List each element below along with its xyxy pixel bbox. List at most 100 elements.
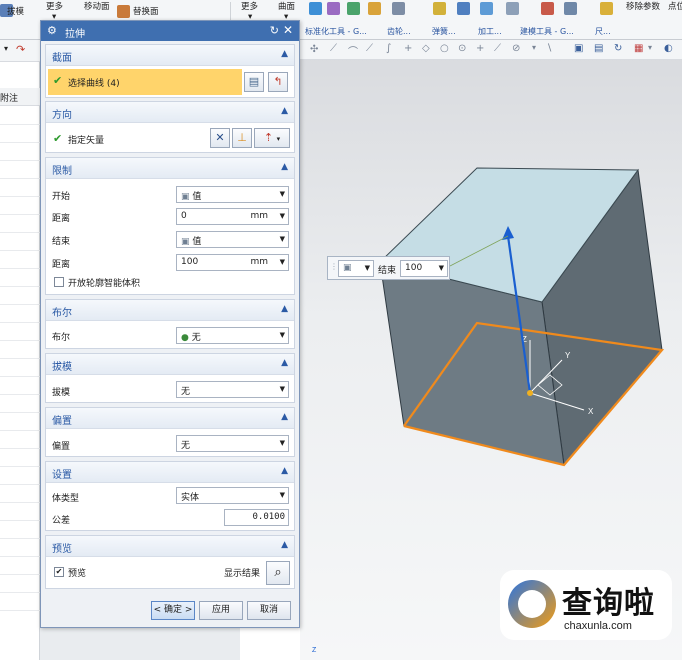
preview-header[interactable]: 预览 ▲ <box>46 536 294 557</box>
layers-tool-icon[interactable] <box>564 2 577 15</box>
end-type-dropdown[interactable]: ▣ ▼ <box>338 260 374 277</box>
snap-pole-icon[interactable]: ⊘ <box>512 43 520 54</box>
snap-bisector-icon[interactable]: ∖ <box>546 43 552 54</box>
curve-button[interactable]: ↰ <box>268 72 288 92</box>
rotate-icon[interactable]: ↻ <box>614 43 622 54</box>
move-face-command[interactable]: 移动面 <box>84 0 110 12</box>
table-tool-icon[interactable] <box>392 2 405 15</box>
more-menu-2[interactable]: 更多 <box>241 0 258 12</box>
navigator-row-divider <box>0 124 40 125</box>
draft-header[interactable]: 拔模 ▲ <box>46 354 294 375</box>
surface-menu[interactable]: 曲面 <box>278 0 295 12</box>
body-type-dropdown[interactable]: 实体 ▼ <box>176 487 289 504</box>
snap-endpoint-icon[interactable]: ∫ <box>386 43 391 54</box>
ok-button[interactable]: < 确定 > <box>151 601 195 620</box>
chevron-down-icon: ▼ <box>438 264 444 272</box>
collapse-chevron-icon[interactable]: ▲ <box>281 358 288 368</box>
offset-dropdown[interactable]: 无 ▼ <box>176 435 289 452</box>
collapse-chevron-icon[interactable]: ▲ <box>281 162 288 172</box>
collapse-chevron-icon[interactable]: ▲ <box>281 466 288 476</box>
group-springs[interactable]: 弹簧... <box>432 26 456 37</box>
drill-icon[interactable] <box>457 2 470 15</box>
select-curve-row[interactable]: ✔ 选择曲线 (4) <box>48 69 242 95</box>
limits-header[interactable]: 限制 ▲ <box>46 158 294 179</box>
draft-dropdown[interactable]: 无 ▼ <box>176 381 289 398</box>
part-file-icon[interactable] <box>600 2 613 15</box>
cancel-button[interactable]: 取消 <box>247 601 291 620</box>
reverse-direction-button[interactable]: ✕ <box>210 128 230 148</box>
reset-icon[interactable]: ↻ <box>270 24 279 37</box>
fit-view-icon[interactable]: ▣ <box>574 43 583 54</box>
collapse-chevron-icon[interactable]: ▲ <box>281 304 288 314</box>
remove-params-command[interactable]: 移除参数 <box>626 0 660 12</box>
view-orient-icon[interactable]: ◐ <box>664 43 673 54</box>
tolerance-input[interactable]: 0.0100 <box>224 509 289 526</box>
snap-curve-icon[interactable]: ⟋ <box>366 43 373 54</box>
vector-dialog-button[interactable]: ⊥ <box>232 128 252 148</box>
graphics-viewport[interactable]: X Y Z Z <box>300 40 682 660</box>
vector-type-dropdown[interactable]: ⇡ ▾ <box>254 128 290 148</box>
replace-face-icon[interactable] <box>117 5 130 18</box>
offset-header[interactable]: 偏置 ▲ <box>46 408 294 429</box>
settings-header[interactable]: 设置 ▲ <box>46 462 294 483</box>
spring-tool-icon[interactable] <box>327 2 340 15</box>
render-style-icon[interactable]: ▦ <box>634 43 643 54</box>
collapse-chevron-icon[interactable]: ▲ <box>281 106 288 116</box>
group-standard-tools[interactable]: 标准化工具 - G... <box>305 26 367 37</box>
redo-icon[interactable]: ↷ <box>16 43 25 56</box>
text-tool-icon[interactable] <box>368 2 381 15</box>
group-dims[interactable]: 尺... <box>595 26 611 37</box>
settings-gear-icon[interactable]: ⚙ <box>47 24 57 37</box>
render-style-dropdown[interactable]: ▾ <box>648 43 652 52</box>
collapse-chevron-icon[interactable]: ▲ <box>281 540 288 550</box>
grip-icon[interactable]: ⋮ <box>330 262 338 271</box>
snap-existing-icon[interactable]: ⊙ <box>458 43 466 54</box>
cutter-icon[interactable] <box>480 2 493 15</box>
snap-midpoint-icon[interactable]: + <box>404 43 412 54</box>
part-tool-icon[interactable] <box>347 2 360 15</box>
sketch-icon: ▤ <box>248 75 260 88</box>
dropdown-arrow-icon[interactable]: ▾ <box>4 44 8 53</box>
modeling-tool-icon[interactable] <box>506 2 519 15</box>
zoom-icon[interactable]: ▤ <box>594 43 603 54</box>
snap-center-icon[interactable]: ◇ <box>422 43 430 54</box>
sketch-section-button[interactable]: ▤ <box>244 72 264 92</box>
snap-onCurve-icon[interactable]: ⟋ <box>494 43 501 54</box>
section-header[interactable]: 截面 ▲ <box>46 45 294 66</box>
chart-tool-icon[interactable] <box>541 2 554 15</box>
point-command[interactable]: 点位 <box>668 0 682 12</box>
end-distance-input[interactable]: 100 ▼ <box>400 260 448 277</box>
end-distance-input[interactable]: 100 mm ▼ <box>176 254 289 271</box>
group-machining[interactable]: 加工... <box>478 26 502 37</box>
apply-button[interactable]: 应用 <box>199 601 243 620</box>
dialog-titlebar[interactable]: ⚙ 拉伸 ↻ ✕ <box>41 21 299 41</box>
start-type-dropdown[interactable]: ▣ 值 ▼ <box>176 186 289 203</box>
open-profile-checkbox[interactable] <box>54 277 64 287</box>
selection-filter-icon[interactable]: ✣ <box>310 44 318 55</box>
snap-dropdown-icon[interactable]: ▾ <box>532 43 536 52</box>
snap-quadrant-icon[interactable]: ○ <box>440 43 449 54</box>
snap-arc-icon[interactable]: ⌒ <box>348 43 358 58</box>
collapse-chevron-icon[interactable]: ▲ <box>281 49 288 59</box>
model-canvas[interactable]: X Y Z Z <box>300 40 682 660</box>
notes-column-header[interactable]: 附注 <box>0 91 18 104</box>
group-gears[interactable]: 齿轮... <box>387 26 411 37</box>
start-distance-label: 距离 <box>52 214 71 224</box>
end-type-dropdown[interactable]: ▣ 值 ▼ <box>176 231 289 248</box>
preview-checkbox[interactable]: ✔ <box>54 567 64 577</box>
machining-icon[interactable] <box>433 2 446 15</box>
boolean-dropdown[interactable]: ● 无 ▼ <box>176 327 289 344</box>
start-distance-input[interactable]: 0 mm ▼ <box>176 208 289 225</box>
boolean-header[interactable]: 布尔 ▲ <box>46 300 294 321</box>
draft-command[interactable]: 拔模 <box>7 5 24 17</box>
more-menu-1[interactable]: 更多 <box>46 0 63 12</box>
collapse-chevron-icon[interactable]: ▲ <box>281 412 288 422</box>
snap-line-icon[interactable]: ⟋ <box>330 43 337 54</box>
show-result-button[interactable]: ⌕ <box>266 561 290 585</box>
close-icon[interactable]: ✕ <box>283 23 293 37</box>
gear-tool-icon[interactable] <box>309 2 322 15</box>
replace-face-command[interactable]: 替换面 <box>133 5 159 17</box>
direction-header[interactable]: 方向 ▲ <box>46 102 294 123</box>
group-modeling-tools[interactable]: 建模工具 - G... <box>520 26 574 37</box>
snap-intersect-icon[interactable]: + <box>476 43 484 54</box>
